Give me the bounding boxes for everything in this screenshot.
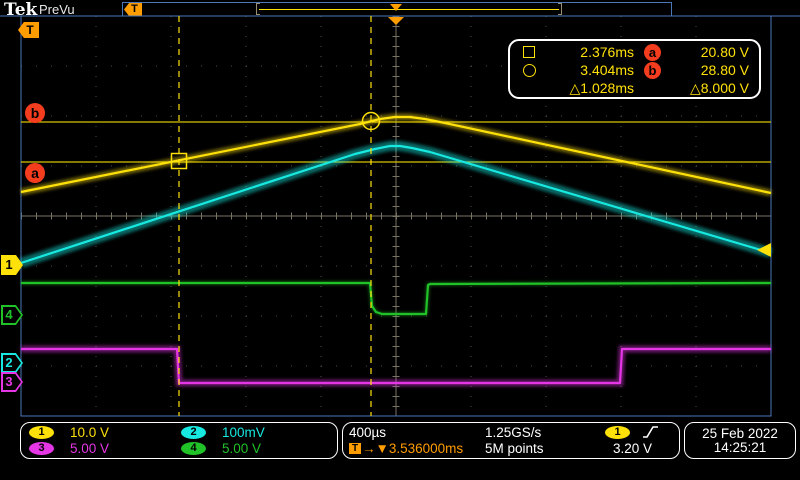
channel-3-ground-marker[interactable]: 3 xyxy=(1,372,23,392)
cursor-b-channel-badge: b xyxy=(644,62,661,79)
channel-2-scale-value: 100mV xyxy=(222,425,265,440)
oscilloscope-screen: Tek PreVu T T b a 1423 2.376ms a 20.80 V… xyxy=(0,0,800,480)
cursor-a-channel-badge: a xyxy=(644,44,661,61)
cursor-b-value: 28.80 V xyxy=(662,62,749,78)
channel-4-ground-marker[interactable]: 4 xyxy=(1,305,23,325)
trigger-source-indicator[interactable]: 1 xyxy=(603,425,660,439)
cursor-b-time: 3.404ms xyxy=(547,62,634,78)
trigger-delay-readout[interactable]: T →▼ 3.536000ms xyxy=(349,441,485,456)
cursor-delta-row: △1.028ms △8.000 V xyxy=(523,79,749,97)
circle-cursor-icon xyxy=(523,64,536,77)
date-label: 25 Feb 2022 xyxy=(702,426,778,440)
cursor-a-badge: a xyxy=(25,163,45,183)
channel-1-ground-marker[interactable]: 1 xyxy=(1,255,23,275)
cursor-a-row: 2.376ms a 20.80 V xyxy=(523,43,749,61)
channel-4-scale-value: 5.00 V xyxy=(222,441,261,456)
channel-1-scale[interactable]: 1 10.0 V xyxy=(27,425,179,440)
timebase-value[interactable]: 400µs xyxy=(349,425,485,440)
trigger-t-icon: T xyxy=(349,443,361,454)
cursor-a-value: 20.80 V xyxy=(662,44,749,60)
vertical-scales-box[interactable]: 1 10.0 V 2 100mV 3 5.00 V 4 5.00 V xyxy=(20,422,338,459)
channel-3-scale-value: 5.00 V xyxy=(70,441,109,456)
record-length-value: 5M points xyxy=(485,441,603,456)
channel-4-badge[interactable]: 4 xyxy=(181,442,206,455)
rising-edge-icon xyxy=(642,425,660,439)
trigger-delay-value: 3.536000ms xyxy=(389,441,463,456)
cursor-a-time: 2.376ms xyxy=(547,44,634,60)
channel-marker-label: 4 xyxy=(1,305,23,325)
channel-3-scale[interactable]: 3 5.00 V xyxy=(27,441,179,456)
cursor-delta-time: △1.028ms xyxy=(547,80,634,97)
trigger-source-badge[interactable]: 1 xyxy=(605,426,630,439)
cursor-b-badge: b xyxy=(25,103,45,123)
channel-marker-label: 1 xyxy=(1,255,23,275)
sample-rate-value: 1.25GS/s xyxy=(485,425,603,440)
trigger-delay-arrow-icon: →▼ xyxy=(362,441,389,456)
horizontal-trigger-box[interactable]: 400µs 1.25GS/s 1 T →▼ 3.536000ms 5M poin… xyxy=(342,422,680,459)
datetime-box: 25 Feb 2022 14:25:21 xyxy=(684,422,796,459)
trigger-position-icon xyxy=(388,17,404,25)
channel-marker-label: 3 xyxy=(1,372,23,392)
channel-3-badge[interactable]: 3 xyxy=(29,442,54,455)
time-label: 14:25:21 xyxy=(714,440,767,454)
cursor-b-row: 3.404ms b 28.80 V xyxy=(523,61,749,79)
cursor-readout-box: 2.376ms a 20.80 V 3.404ms b 28.80 V △1.0… xyxy=(508,39,761,99)
cursor-delta-value: △8.000 V xyxy=(662,80,749,97)
trigger-level-value[interactable]: 3.20 V xyxy=(613,441,652,456)
channel-2-scale[interactable]: 2 100mV xyxy=(179,425,331,440)
channel-2-badge[interactable]: 2 xyxy=(181,426,206,439)
square-cursor-icon xyxy=(523,46,535,58)
channel-4-scale[interactable]: 4 5.00 V xyxy=(179,441,331,456)
channel-marker-label: 2 xyxy=(1,353,23,373)
channel-1-scale-value: 10.0 V xyxy=(70,425,109,440)
channel-2-ground-marker[interactable]: 2 xyxy=(1,353,23,373)
channel-1-badge[interactable]: 1 xyxy=(29,426,54,439)
